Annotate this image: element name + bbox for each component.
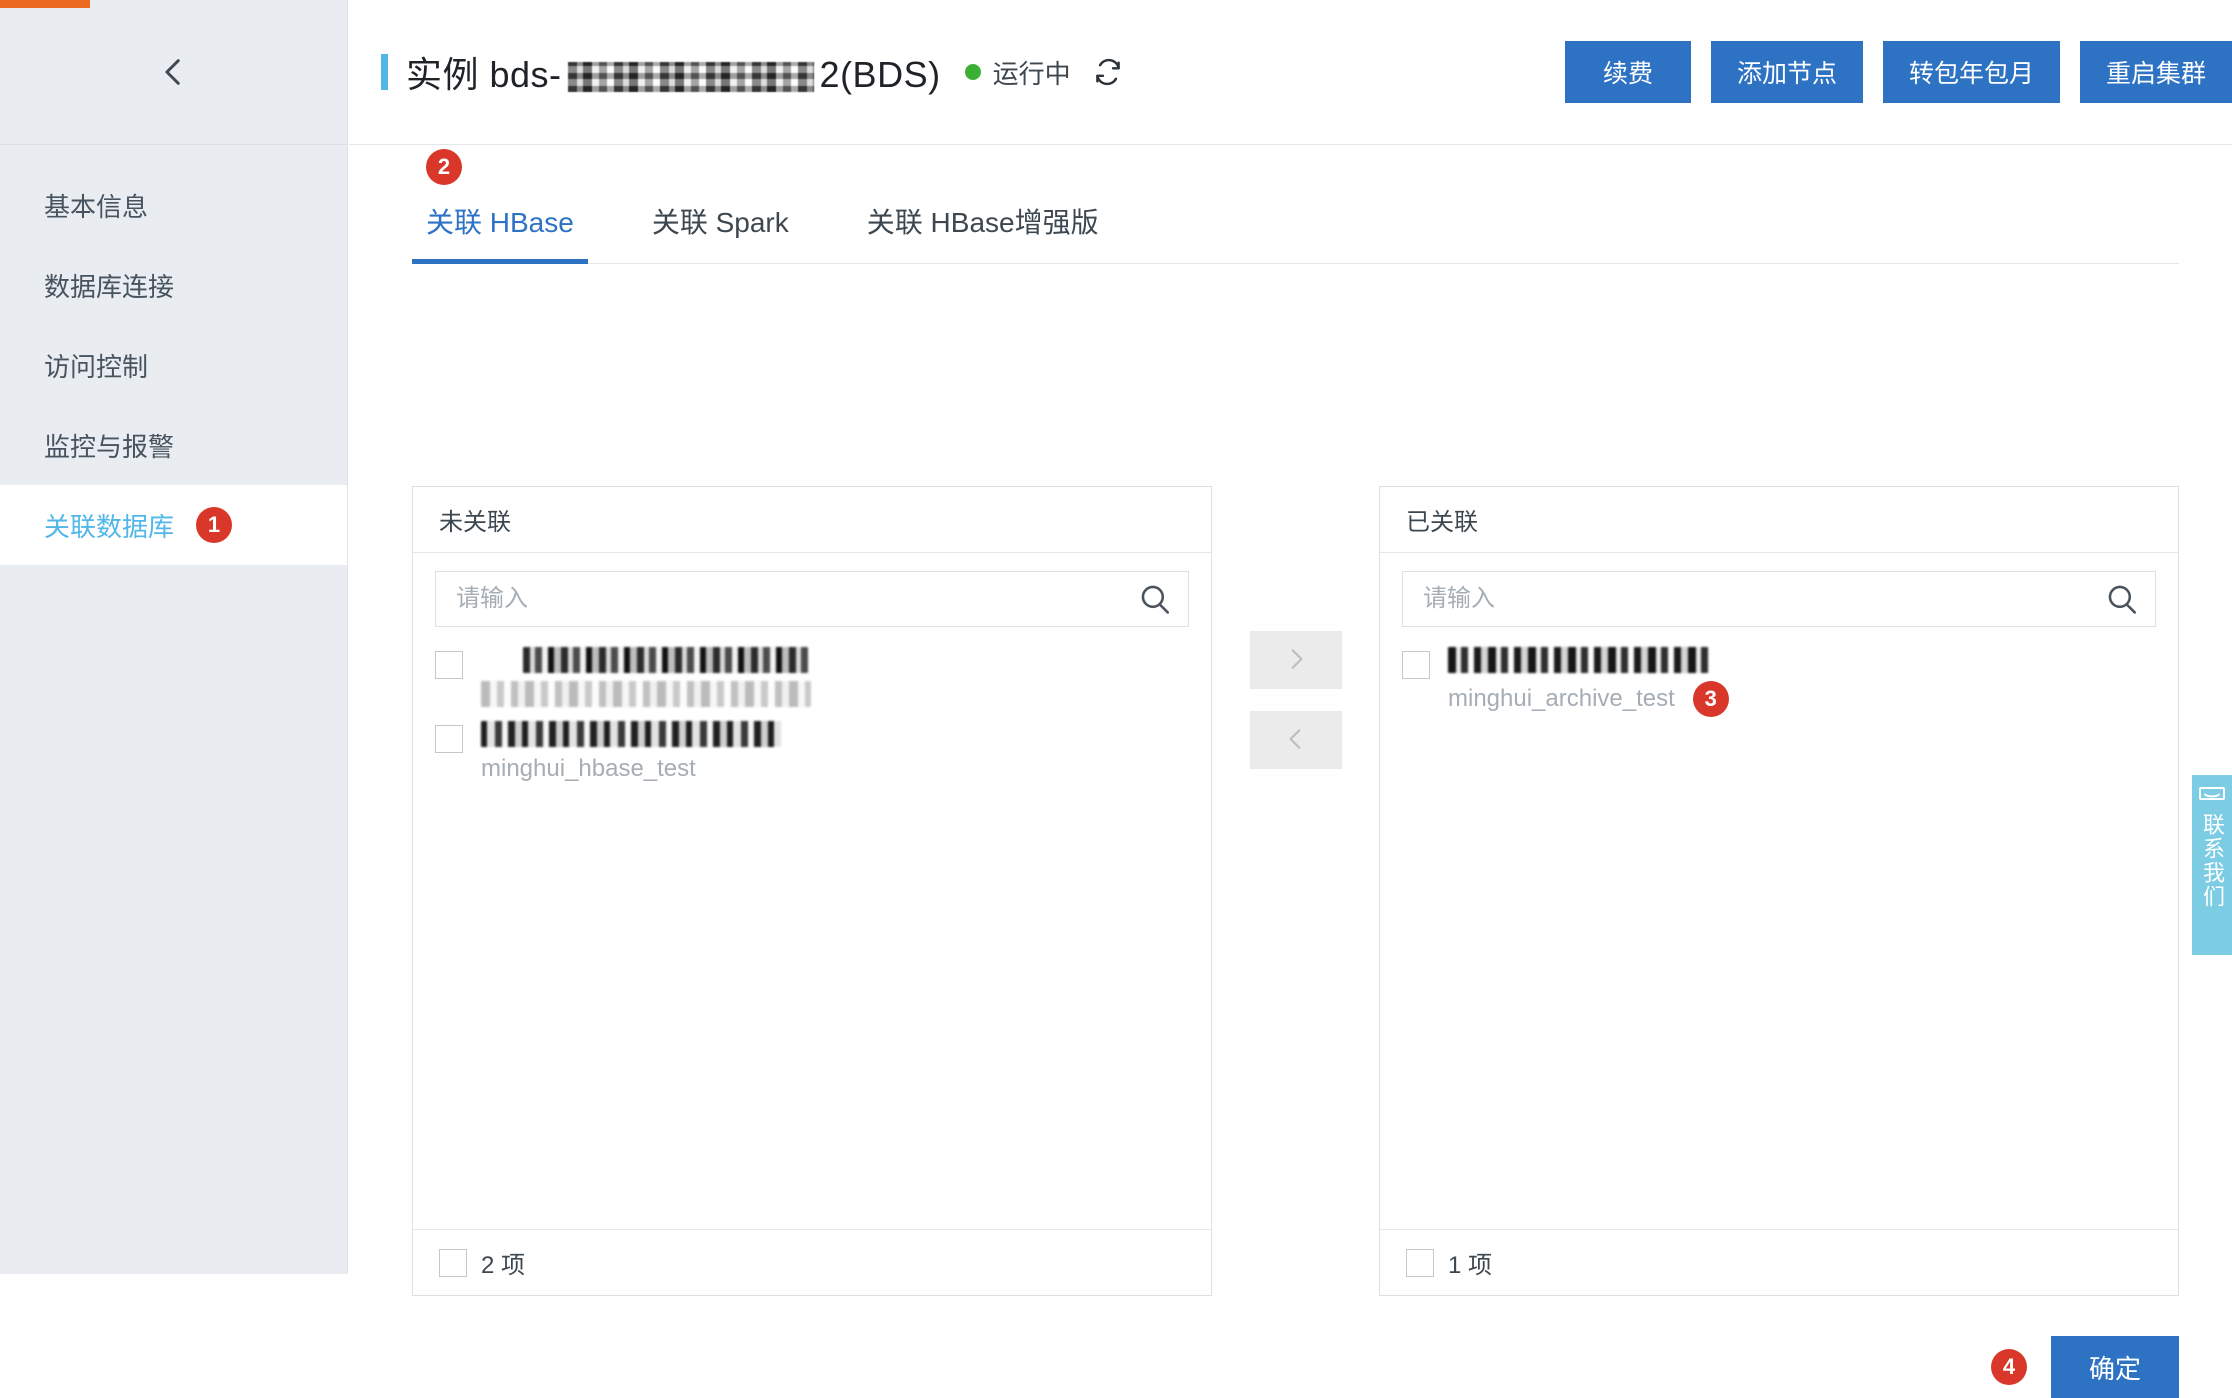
sidebar-item-basic-info[interactable]: 基本信息 <box>0 165 347 245</box>
header-actions: 续费 添加节点 转包年包月 重启集群 <box>1564 41 2232 103</box>
list-item[interactable]: minghui_hbase_test <box>435 721 1189 783</box>
redacted-item-subtitle <box>481 681 811 707</box>
panel-search-linked <box>1380 553 2178 635</box>
step-badge-2: 2 <box>426 149 462 185</box>
panel-title-linked: 已关联 <box>1380 487 2178 553</box>
chevron-left-icon <box>157 55 191 89</box>
tab-linked-hbase-enhanced[interactable]: 关联 HBase增强版 <box>853 201 1113 263</box>
search-box[interactable] <box>1402 571 2156 627</box>
transfer-panel-unlinked: 未关联 请输入 minghui_hbase_test 2 项 <box>412 486 1212 1296</box>
panel-title-unlinked: 未关联 <box>413 487 1211 553</box>
contact-us-label: 联系我们 <box>2200 813 2225 909</box>
select-all-checkbox-linked[interactable] <box>1406 1248 1434 1277</box>
search-input-unlinked[interactable] <box>454 584 1138 614</box>
transfer-widget: 未关联 请输入 minghui_hbase_test 2 项 已关联 请输入 m… <box>412 486 2179 1296</box>
page-load-progress-bar <box>0 0 90 8</box>
step-badge-4: 4 <box>1991 1349 2027 1385</box>
chat-bubble-icon <box>2198 785 2226 807</box>
sidebar: 基本信息 数据库连接 访问控制 监控与报警 关联数据库 1 <box>0 0 348 1274</box>
tab-linked-spark[interactable]: 关联 Spark <box>638 201 803 263</box>
sidebar-item-monitor-alarm[interactable]: 监控与报警 <box>0 405 347 485</box>
sidebar-item-access-control[interactable]: 访问控制 <box>0 325 347 405</box>
page-header: 实例 bds- 2(BDS) 运行中 续费 添加节点 转包年包月 重启集群 <box>349 0 2232 145</box>
sidebar-item-linked-database[interactable]: 关联数据库 1 <box>0 485 347 565</box>
item-subtitle: minghui_hbase_test <box>481 755 696 782</box>
item-checkbox[interactable] <box>435 725 463 753</box>
chevron-right-icon <box>1283 646 1309 675</box>
list-item[interactable] <box>435 647 1189 707</box>
confirm-row: 4 确定 <box>412 1336 2179 1398</box>
sidebar-item-label: 关联数据库 <box>44 511 175 542</box>
status-indicator-dot <box>964 64 981 80</box>
step-badge-1: 1 <box>196 507 233 543</box>
tab-label: 关联 Spark <box>651 207 789 238</box>
item-count-linked: 1 项 <box>1448 1252 1493 1279</box>
chevron-left-icon <box>1283 726 1309 755</box>
search-icon[interactable] <box>1138 582 1172 616</box>
status-badge: 运行中 <box>992 58 1071 89</box>
renew-button[interactable]: 续费 <box>1564 41 1691 103</box>
redacted-item-name <box>523 647 808 673</box>
move-to-right-button[interactable] <box>1249 631 1342 689</box>
refresh-icon[interactable] <box>1093 57 1123 87</box>
switch-to-subscription-button[interactable]: 转包年包月 <box>1882 41 2060 103</box>
tabs: 2 关联 HBase 关联 Spark 关联 HBase增强版 <box>412 149 2179 264</box>
sidebar-nav: 基本信息 数据库连接 访问控制 监控与报警 关联数据库 1 <box>0 145 347 565</box>
tab-linked-hbase[interactable]: 2 关联 HBase <box>412 149 588 264</box>
tab-label: 关联 HBase增强版 <box>866 207 1099 238</box>
transfer-panel-linked: 已关联 minghui_archive_tes <box>1379 486 2179 1296</box>
sidebar-item-label: 访问控制 <box>44 351 149 382</box>
sidebar-header <box>0 0 347 145</box>
contact-us-widget[interactable]: 联系我们 <box>2192 775 2232 955</box>
move-to-left-button[interactable] <box>1249 711 1342 769</box>
panel-list-unlinked: minghui_hbase_test <box>413 635 1211 1229</box>
page-title-prefix: 实例 bds- <box>406 54 562 95</box>
restart-cluster-button[interactable]: 重启集群 <box>2079 41 2232 103</box>
item-count-unlinked: 2 项 <box>481 1252 526 1279</box>
item-checkbox[interactable] <box>1402 651 1430 679</box>
title-accent-bar <box>381 54 388 90</box>
redacted-item-name <box>481 721 781 747</box>
item-checkbox[interactable] <box>435 651 463 679</box>
select-all-checkbox-unlinked[interactable] <box>439 1248 467 1277</box>
search-box[interactable] <box>435 571 1189 627</box>
sidebar-item-label: 基本信息 <box>44 191 149 222</box>
transfer-controls <box>1212 486 1379 769</box>
back-button[interactable] <box>152 50 196 94</box>
panel-list-linked: minghui_archive_test 3 <box>1380 635 2178 1229</box>
tab-label: 关联 HBase <box>426 207 574 238</box>
redacted-instance-id <box>567 62 814 93</box>
page-title: 实例 bds- 2(BDS) <box>406 46 941 98</box>
redacted-item-name <box>1448 647 1710 673</box>
list-item[interactable]: minghui_archive_test 3 <box>1402 647 2156 717</box>
sidebar-item-db-connection[interactable]: 数据库连接 <box>0 245 347 325</box>
sidebar-item-label: 数据库连接 <box>44 271 175 302</box>
item-subtitle: minghui_archive_test <box>1448 685 1675 712</box>
page-title-suffix: 2(BDS) <box>819 54 941 95</box>
panel-footer-linked: 1 项 <box>1380 1229 2178 1295</box>
main-content: 2 关联 HBase 关联 Spark 关联 HBase增强版 未关联 请输入 … <box>349 146 2232 1398</box>
tabs-container: 2 关联 HBase 关联 Spark 关联 HBase增强版 <box>412 149 2179 264</box>
add-node-button[interactable]: 添加节点 <box>1710 41 1863 103</box>
sidebar-item-label: 监控与报警 <box>44 431 175 462</box>
search-icon[interactable] <box>2105 582 2139 616</box>
panel-footer-unlinked: 2 项 <box>413 1229 1211 1295</box>
panel-search-unlinked <box>413 553 1211 635</box>
step-badge-3: 3 <box>1692 681 1729 717</box>
confirm-button[interactable]: 确定 <box>2051 1336 2179 1398</box>
search-input-linked[interactable] <box>1421 584 2105 614</box>
